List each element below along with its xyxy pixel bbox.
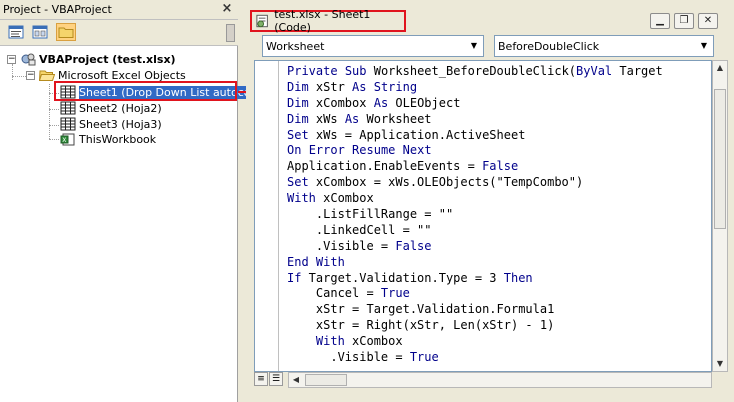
code-window: test.xlsx - Sheet1 (Code) ▁ ❐ ✕ Workshee…	[246, 0, 734, 402]
view-object-button[interactable]	[30, 23, 50, 41]
object-dropdown[interactable]: Worksheet ▼	[262, 35, 484, 57]
code-margin-indicator-bar	[255, 61, 279, 371]
view-object-icon	[32, 25, 48, 39]
close-icon: ✕	[703, 15, 713, 26]
code-line: With xCombox	[287, 191, 374, 206]
code-line: With xCombox	[315, 334, 403, 349]
minimize-icon: ▁	[656, 15, 664, 26]
annotation-highlight-box	[54, 81, 237, 101]
sheet-icon	[60, 101, 76, 115]
tree-item-sheet2[interactable]: Sheet2 (Hoja2)	[60, 100, 162, 116]
view-code-button[interactable]	[6, 23, 26, 41]
view-mode-buttons: ≡ ☰	[254, 372, 286, 388]
code-line: Application.EnableEvents = False	[287, 159, 519, 174]
restore-icon: ❐	[679, 15, 689, 26]
folder-icon	[58, 27, 74, 38]
close-button[interactable]: ✕	[698, 13, 718, 29]
workbook-icon: X	[60, 132, 76, 146]
view-code-icon	[8, 25, 24, 39]
project-explorer-toolbar	[0, 20, 238, 46]
sheet-icon	[60, 117, 76, 131]
code-line: End With	[287, 254, 345, 269]
vba-project-icon	[20, 52, 36, 66]
scroll-up-icon[interactable]: ▲	[713, 61, 727, 75]
tree-folder-label: Microsoft Excel Objects	[58, 68, 186, 82]
code-line: Dim xCombox As OLEObject	[287, 95, 461, 110]
code-line: Set xCombox = xWs.OLEObjects("TempCombo"…	[287, 175, 584, 190]
toggle-folders-button[interactable]	[56, 23, 76, 41]
tree-item-sheet3[interactable]: Sheet3 (Hoja3)	[60, 116, 162, 132]
scroll-down-icon[interactable]: ▼	[713, 357, 727, 371]
code-editor[interactable]: Private Sub Worksheet_BeforeDoubleClick(…	[254, 60, 712, 372]
procedure-dropdown[interactable]: BeforeDoubleClick ▼	[494, 35, 714, 57]
procedure-dropdown-value: BeforeDoubleClick	[498, 40, 600, 53]
code-window-footer: ≡ ☰ ◀	[254, 372, 728, 388]
code-line: xStr = Target.Validation.Formula1	[287, 302, 555, 317]
svg-text:X: X	[62, 137, 66, 144]
project-explorer-titlebar: Project - VBAProject ×	[0, 0, 238, 20]
chevron-down-icon[interactable]: ▼	[697, 39, 711, 53]
code-lines: Private Sub Worksheet_BeforeDoubleClick(…	[287, 64, 663, 366]
chevron-down-icon[interactable]: ▼	[467, 39, 481, 53]
tree-root-label: VBAProject (test.xlsx)	[39, 52, 176, 66]
procedure-view-icon: ≡	[257, 374, 265, 384]
scroll-left-icon[interactable]: ◀	[289, 373, 303, 387]
minimize-button[interactable]: ▁	[650, 13, 670, 29]
code-window-title-box: test.xlsx - Sheet1 (Code)	[250, 8, 406, 34]
object-dropdown-value: Worksheet	[266, 40, 325, 53]
collapse-toggle-icon[interactable]: −	[26, 70, 35, 80]
procedure-view-button[interactable]: ≡	[254, 372, 268, 386]
tree-item-label: ThisWorkbook	[79, 132, 157, 146]
tree-item-thisworkbook[interactable]: X ThisWorkbook	[60, 131, 156, 147]
code-line: Dim xStr As String	[287, 79, 418, 94]
project-explorer-title: Project - VBAProject	[3, 3, 112, 16]
horizontal-scrollbar[interactable]: ◀	[288, 372, 712, 388]
project-explorer-pane: Project - VBAProject × − VBAProject (tes…	[0, 0, 255, 402]
code-line: .LinkedCell = ""	[287, 222, 432, 237]
full-module-view-button[interactable]: ☰	[269, 372, 283, 386]
code-line: .ListFillRange = ""	[287, 207, 454, 222]
tree-item-label: Sheet2 (Hoja2)	[79, 101, 162, 115]
close-icon[interactable]: ×	[220, 2, 234, 16]
vertical-scroll-thumb[interactable]	[714, 89, 726, 229]
tree-item-label: Sheet3 (Hoja3)	[79, 117, 162, 131]
open-folder-icon	[39, 68, 55, 82]
code-line: xStr = Right(xStr, Len(xStr) - 1)	[287, 318, 555, 333]
code-module-icon	[256, 14, 268, 28]
code-line: Dim xWs As Worksheet	[287, 111, 432, 126]
horizontal-scroll-thumb[interactable]	[305, 374, 347, 386]
vertical-scrollbar[interactable]: ▲ ▼	[712, 60, 728, 372]
code-line: .Visible = False	[287, 238, 432, 253]
toolbar-overflow-handle[interactable]	[226, 24, 235, 42]
full-module-view-icon: ☰	[271, 374, 281, 384]
code-line: .Visible = True	[287, 350, 439, 365]
code-line: Set xWs = Application.ActiveSheet	[287, 127, 526, 142]
tree-item-vbaproject[interactable]: − VBAProject (test.xlsx)	[7, 51, 176, 67]
code-window-title: test.xlsx - Sheet1 (Code)	[274, 8, 371, 34]
collapse-toggle-icon[interactable]: −	[7, 54, 16, 64]
code-line: On Error Resume Next	[287, 143, 432, 158]
restore-button[interactable]: ❐	[674, 13, 694, 29]
code-line: Cancel = True	[287, 286, 410, 301]
code-line: If Target.Validation.Type = 3 Then	[287, 270, 533, 285]
code-line: Private Sub Worksheet_BeforeDoubleClick(…	[287, 64, 663, 78]
